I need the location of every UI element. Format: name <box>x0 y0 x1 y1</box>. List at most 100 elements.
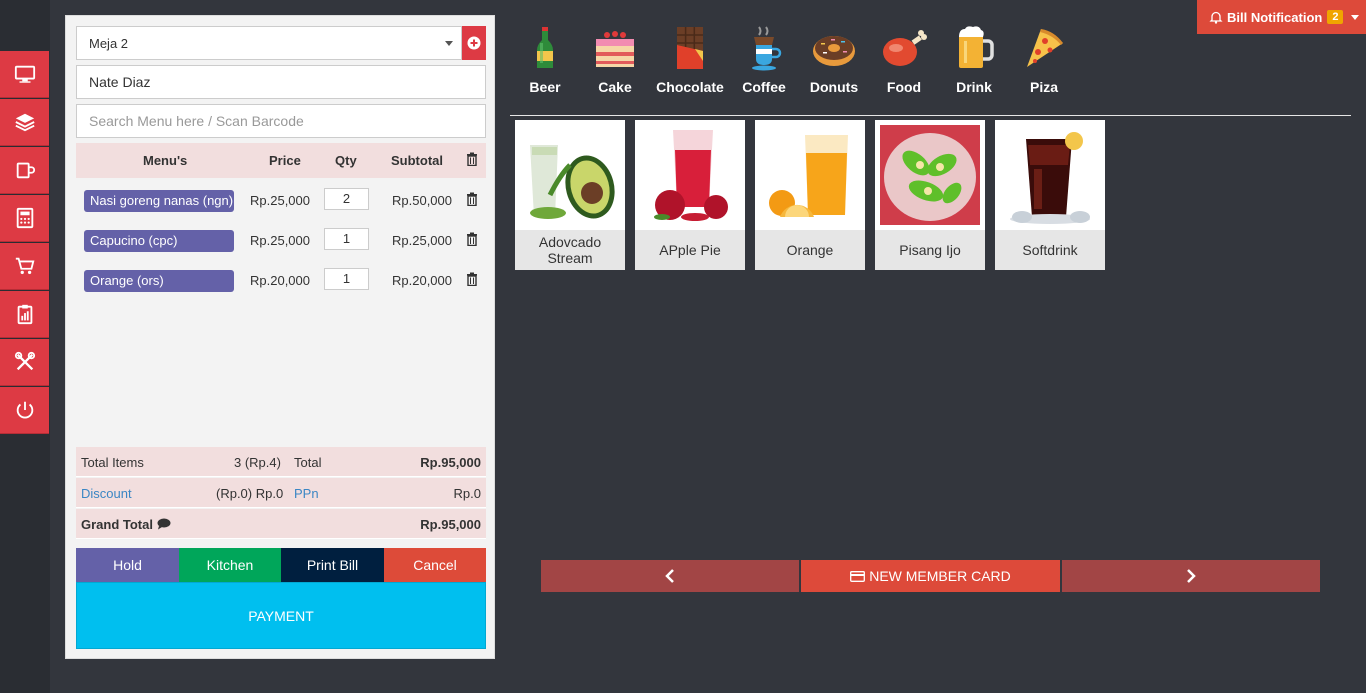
item-price: Rp.20,000 <box>250 273 310 288</box>
pisang-ijo-image <box>875 120 985 230</box>
sidebar-item-calculator[interactable] <box>0 195 49 242</box>
category-label: Drink <box>956 79 992 95</box>
chevron-down-icon <box>445 41 453 46</box>
sidebar <box>0 0 50 693</box>
item-qty-input[interactable]: 1 <box>324 228 369 250</box>
category-label: Cake <box>598 79 632 95</box>
customer-value: Nate Diaz <box>89 74 151 90</box>
trash-icon[interactable] <box>466 232 478 249</box>
ppn-value: Rp.0 <box>453 486 481 501</box>
bell-icon <box>1209 11 1223 24</box>
plus-circle-icon <box>467 36 481 50</box>
product-card[interactable]: APple Pie <box>635 120 745 270</box>
product-card[interactable]: Orange <box>755 120 865 270</box>
add-table-button[interactable] <box>462 26 486 60</box>
sidebar-item-logout[interactable] <box>0 387 49 434</box>
item-qty-input[interactable]: 1 <box>324 268 369 290</box>
grand-total-label: Grand Total <box>81 517 171 532</box>
pomegranate-juice-image <box>635 120 745 230</box>
total-items-value: 3 (Rp.4) <box>234 455 281 470</box>
item-name-button[interactable]: Nasi goreng nanas (ngn) <box>84 190 234 212</box>
item-subtotal: Rp.20,000 <box>392 273 452 288</box>
category-food[interactable]: Food <box>869 25 939 95</box>
category-label: Beer <box>529 79 561 95</box>
credit-card-icon <box>850 570 866 582</box>
chevron-down-icon <box>1351 14 1360 20</box>
item-qty-input[interactable]: 2 <box>324 188 369 210</box>
tools-icon <box>14 351 35 371</box>
orange-juice-image <box>755 120 865 230</box>
previous-page-button[interactable] <box>541 560 799 592</box>
category-cake[interactable]: Cake <box>580 25 650 95</box>
cup-icon <box>16 162 35 179</box>
sidebar-item-cart[interactable] <box>0 243 49 290</box>
hold-button[interactable]: Hold <box>76 548 179 582</box>
category-chocolate[interactable]: Chocolate <box>655 25 725 95</box>
sidebar-item-menu[interactable] <box>0 147 49 194</box>
table-row: Nasi goreng nanas (ngn) Rp.25,000 2 Rp.5… <box>76 183 486 223</box>
category-coffee[interactable]: Coffee <box>729 25 799 95</box>
chocolate-icon <box>677 27 703 69</box>
next-page-button[interactable] <box>1062 560 1320 592</box>
comment-icon[interactable] <box>157 518 171 530</box>
ppn-link[interactable]: PPn <box>294 486 319 501</box>
grand-total-value: Rp.95,000 <box>420 517 481 532</box>
trash-icon[interactable] <box>466 192 478 209</box>
header-price: Price <box>269 153 301 168</box>
monitor-icon <box>14 65 35 83</box>
product-card[interactable]: Adovcado Stream <box>515 120 625 270</box>
print-bill-button[interactable]: Print Bill <box>281 548 384 582</box>
product-label: Pisang Ijo <box>875 230 985 270</box>
search-input[interactable] <box>76 104 486 138</box>
item-name-button[interactable]: Capucino (cpc) <box>84 230 234 252</box>
payment-button[interactable]: PAYMENT <box>76 582 486 649</box>
order-table-header: Menu's Price Qty Subtotal <box>76 143 486 178</box>
divider <box>510 115 1351 116</box>
new-member-card-label: NEW MEMBER CARD <box>869 568 1011 584</box>
summary-row-grand-total: Grand Total Rp.95,000 <box>76 509 486 539</box>
sidebar-item-settings[interactable] <box>0 339 49 386</box>
category-drink[interactable]: Drink <box>939 25 1009 95</box>
table-row: Capucino (cpc) Rp.25,000 1 Rp.25,000 <box>76 223 486 263</box>
category-pizza[interactable]: Piza <box>1009 25 1079 95</box>
sidebar-item-categories[interactable] <box>0 99 49 146</box>
customer-field[interactable]: Nate Diaz <box>76 65 486 99</box>
summary-row-discount: Discount (Rp.0) Rp.0 PPn Rp.0 <box>76 478 486 508</box>
chevron-right-icon <box>1187 569 1196 583</box>
new-member-card-button[interactable]: NEW MEMBER CARD <box>801 560 1060 592</box>
trash-icon[interactable] <box>466 272 478 289</box>
header-qty: Qty <box>335 153 357 168</box>
product-label: Softdrink <box>995 230 1105 270</box>
item-name-button[interactable]: Orange (ors) <box>84 270 234 292</box>
order-panel: Meja 2 Nate Diaz Menu's Price Qty Subtot… <box>65 15 495 659</box>
item-price: Rp.25,000 <box>250 193 310 208</box>
table-select[interactable]: Meja 2 <box>76 26 462 60</box>
cart-icon <box>15 257 34 275</box>
total-items-label: Total Items <box>81 455 144 470</box>
beer-mug-icon <box>959 26 994 68</box>
sidebar-item-dashboard[interactable] <box>0 51 49 98</box>
trash-icon[interactable] <box>466 152 478 169</box>
sidebar-item-reports[interactable] <box>0 291 49 338</box>
total-label: Total <box>294 455 322 470</box>
category-label: Food <box>886 79 922 95</box>
category-beer[interactable]: Beer <box>510 25 580 95</box>
discount-link[interactable]: Discount <box>81 486 132 501</box>
coffee-icon <box>752 26 782 71</box>
header-menu: Menu's <box>143 153 188 168</box>
table-select-value: Meja 2 <box>89 35 129 51</box>
product-card[interactable]: Softdrink <box>995 120 1105 270</box>
header-subtotal: Subtotal <box>391 153 443 168</box>
beer-bottle-icon <box>537 27 553 68</box>
kitchen-button[interactable]: Kitchen <box>179 548 281 582</box>
cancel-button[interactable]: Cancel <box>384 548 486 582</box>
total-value: Rp.95,000 <box>420 455 481 470</box>
power-icon <box>16 401 33 419</box>
bill-notification-label: Bill Notification <box>1227 9 1323 25</box>
product-label: APple Pie <box>635 230 745 270</box>
table-row: Orange (ors) Rp.20,000 1 Rp.20,000 <box>76 263 486 303</box>
bill-notification-button[interactable]: Bill Notification 2 <box>1197 0 1366 34</box>
category-donuts[interactable]: Donuts <box>799 25 869 95</box>
category-label: Coffee <box>742 79 786 95</box>
product-card[interactable]: Pisang Ijo <box>875 120 985 270</box>
